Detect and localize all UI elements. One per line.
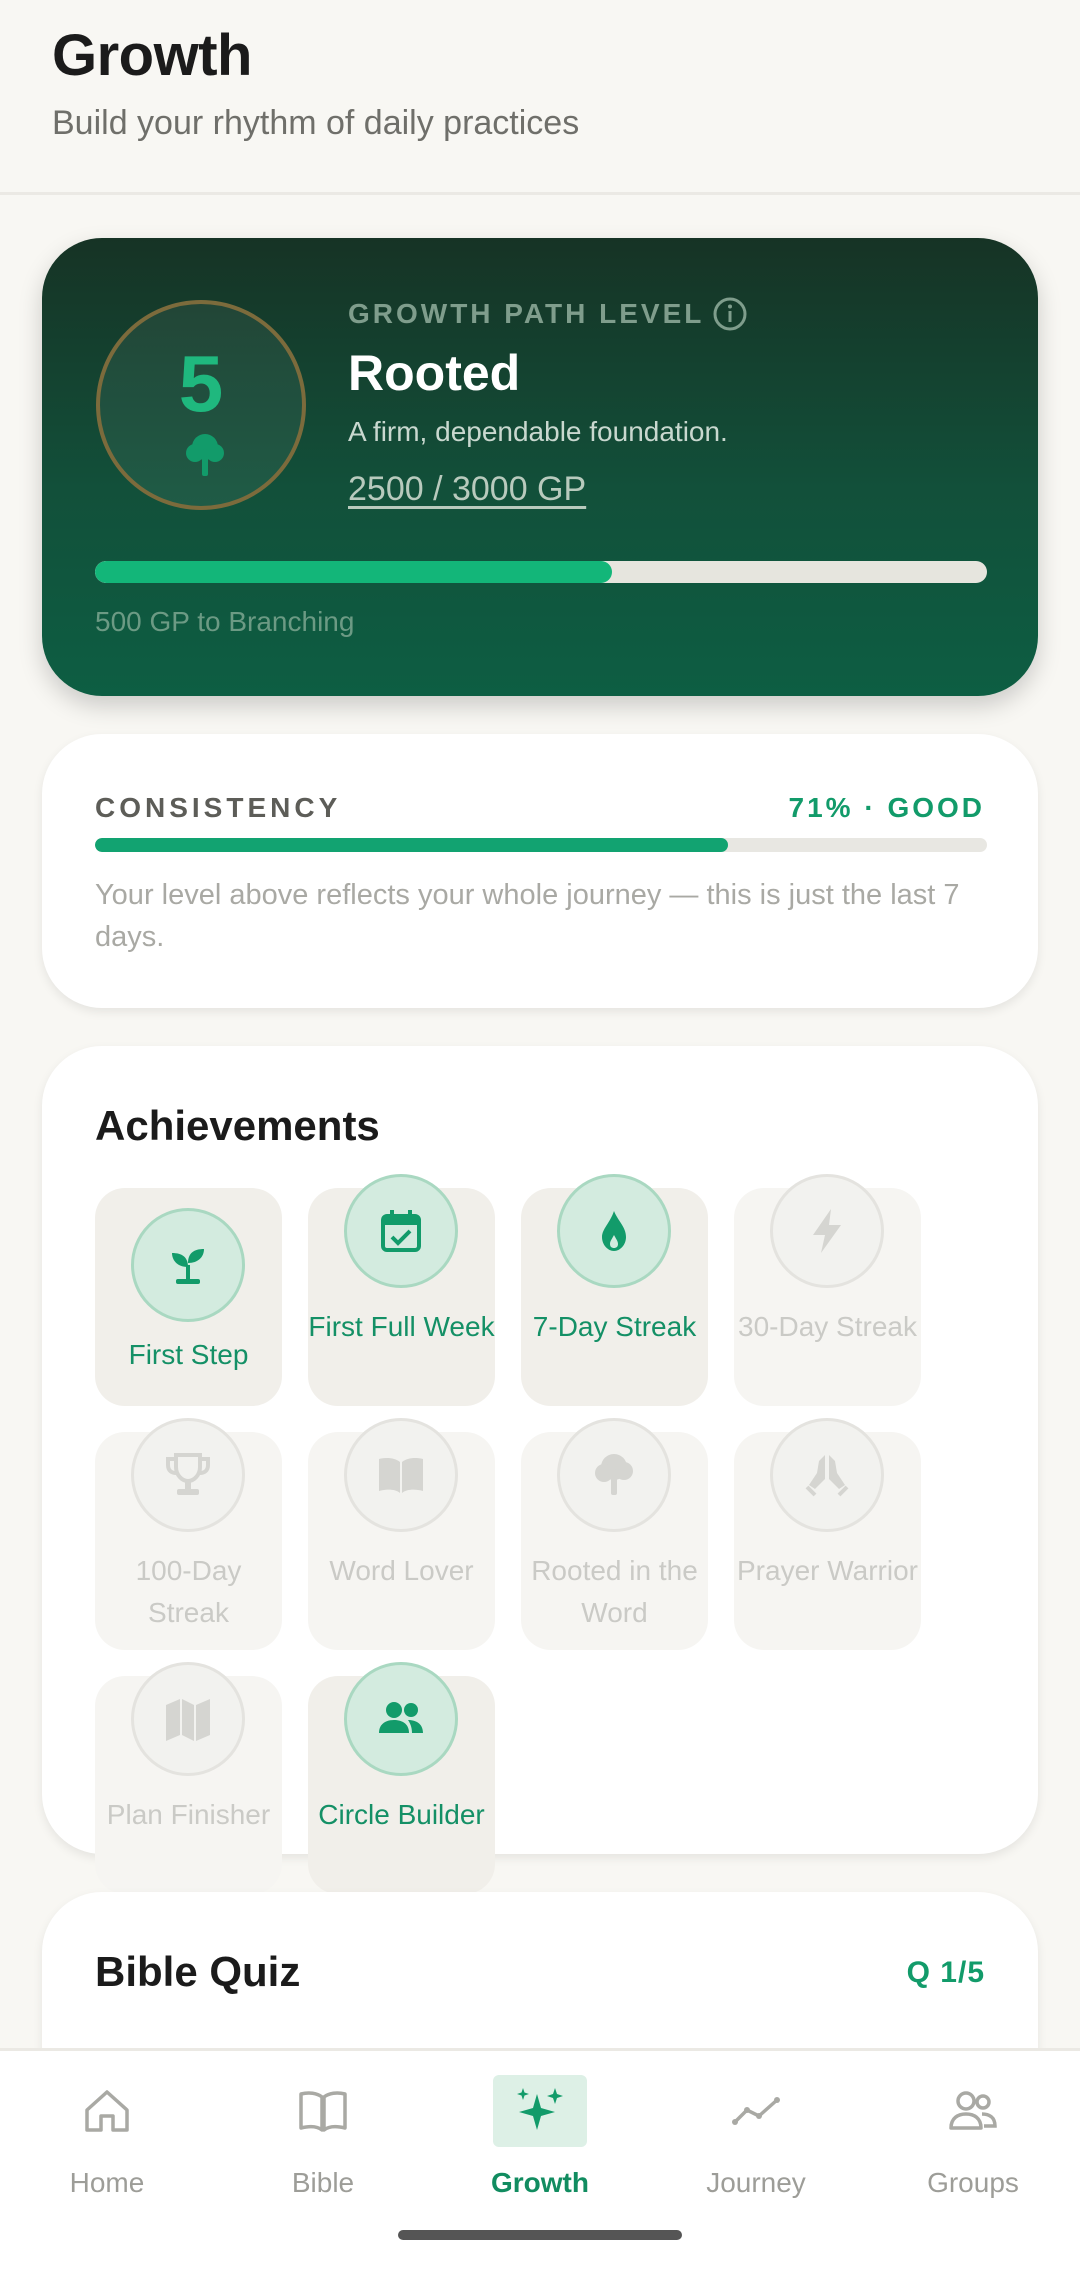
consistency-value: 71% · GOOD	[788, 792, 985, 823]
achievement-7-day-streak[interactable]: 7-Day Streak	[521, 1174, 708, 1406]
level-next-text: 500 GP to Branching	[95, 606, 355, 637]
map-icon	[166, 1699, 210, 1741]
level-badge: 5	[96, 300, 306, 510]
achievements-card: Achievements First Step First Full Week	[42, 1046, 1038, 1894]
achievement-label: Circle Builder	[318, 1799, 485, 1830]
nav-growth[interactable]: Growth	[440, 2075, 640, 2205]
consistency-label: CONSISTENCY	[95, 792, 342, 823]
achievement-label: Prayer Warrior	[737, 1555, 918, 1586]
achievement-prayer-warrior[interactable]: Prayer Warrior	[734, 1418, 921, 1650]
nav-groups[interactable]: Groups	[873, 2075, 1073, 2205]
tree-icon	[186, 434, 224, 476]
level-gp-link[interactable]: 2500 / 3000 GP	[348, 470, 586, 509]
achievement-word-lover[interactable]: Word Lover	[308, 1418, 495, 1650]
achievement-30-day-streak[interactable]: 30-Day Streak	[734, 1174, 921, 1406]
consistency-note: Your level above reflects your whole jou…	[95, 879, 960, 953]
nav-label: Bible	[291, 2167, 355, 2198]
achievement-label: 30-Day Streak	[738, 1311, 917, 1342]
achievements-title: Achievements	[95, 1102, 380, 1149]
nav-label: Home	[69, 2167, 145, 2198]
trophy-icon	[166, 1453, 210, 1495]
page-subtitle: Build your rhythm of daily practices	[52, 104, 580, 142]
calendar-check-icon	[381, 1210, 421, 1252]
level-description: A firm, dependable foundation.	[348, 416, 728, 447]
level-progress-fill	[95, 561, 613, 583]
home-icon	[85, 2090, 129, 2132]
tree-icon	[595, 1454, 633, 1495]
nav-journey[interactable]: Journey	[656, 2075, 856, 2205]
achievement-first-step[interactable]: First Step	[95, 1188, 282, 1406]
achievement-rooted-in-the-word[interactable]: Rooted in the Word	[521, 1418, 708, 1650]
level-progress-bar	[95, 561, 987, 583]
achievement-label: First Step	[128, 1339, 249, 1370]
level-name: Rooted	[348, 345, 521, 401]
people-icon	[949, 2091, 997, 2130]
nav-home[interactable]: Home	[7, 2075, 207, 2205]
nav-label: Growth	[491, 2167, 589, 2198]
sparkles-icon	[517, 2088, 563, 2130]
consistency-card: CONSISTENCY 71% · GOOD Your level above …	[42, 734, 1038, 1008]
nav-label: Journey	[706, 2167, 806, 2198]
nav-label: Groups	[927, 2167, 1019, 2198]
people-icon	[379, 1702, 423, 1733]
achievement-label: 7-Day Streak	[532, 1311, 697, 1342]
achievement-label: Rooted in the Word	[531, 1555, 698, 1628]
growth-level-card[interactable]: 5 GROWTH PATH LEVEL Rooted A firm, depen…	[42, 238, 1038, 696]
achievement-circle-builder[interactable]: Circle Builder	[308, 1662, 495, 1894]
praying-hands-icon	[805, 1455, 849, 1497]
consistency-progress-bar	[95, 838, 987, 852]
achievement-plan-finisher[interactable]: Plan Finisher	[95, 1662, 282, 1894]
quiz-title: Bible Quiz	[95, 1948, 301, 1995]
sprout-icon	[172, 1249, 204, 1284]
page-header: Growth Build your rhythm of daily practi…	[0, 0, 1080, 195]
home-indicator[interactable]	[398, 2230, 682, 2240]
quiz-question-count: Q 1/5	[906, 1956, 985, 1989]
achievement-first-full-week[interactable]: First Full Week	[308, 1174, 495, 1406]
achievement-label: First Full Week	[308, 1311, 495, 1342]
info-icon[interactable]	[712, 296, 748, 332]
book-icon	[379, 1458, 423, 1493]
book-icon	[299, 2091, 347, 2132]
level-number: 5	[178, 339, 224, 428]
achievement-label: Plan Finisher	[106, 1799, 271, 1830]
trend-line-icon	[732, 2097, 780, 2125]
level-label: GROWTH PATH LEVEL	[348, 298, 705, 329]
achievement-label: Word Lover	[329, 1555, 474, 1586]
achievement-label: 100-Day Streak	[135, 1555, 242, 1628]
bolt-icon	[813, 1209, 841, 1253]
nav-bible[interactable]: Bible	[223, 2075, 423, 2205]
achievement-100-day-streak[interactable]: 100-Day Streak	[95, 1418, 282, 1650]
page-title: Growth	[52, 23, 252, 88]
consistency-progress-fill	[95, 838, 729, 852]
flame-icon	[602, 1211, 626, 1251]
